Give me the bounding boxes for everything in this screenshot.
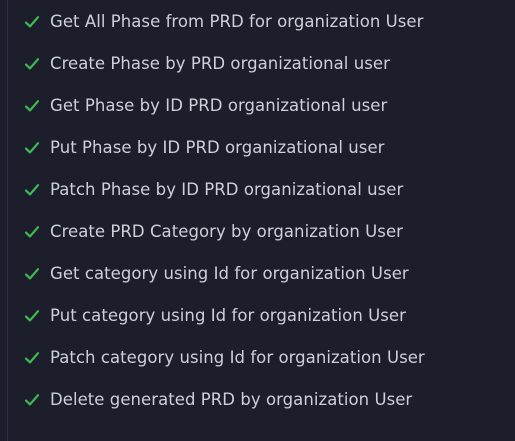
test-row[interactable]: Get All Phase from PRD for organization … (0, 1, 515, 43)
check-icon (23, 307, 41, 325)
test-row[interactable]: Patch Phase by ID PRD organizational use… (0, 169, 515, 211)
check-icon (23, 55, 41, 73)
test-name: Patch Phase by ID PRD organizational use… (50, 180, 404, 199)
test-row[interactable]: Put category using Id for organization U… (0, 295, 515, 337)
check-icon (23, 265, 41, 283)
test-name: Get Phase by ID PRD organizational user (50, 96, 388, 115)
test-name: Get category using Id for organization U… (50, 264, 409, 283)
test-row[interactable]: Create PRD Category by organization User (0, 211, 515, 253)
test-name: Create Phase by PRD organizational user (50, 54, 390, 73)
test-row[interactable]: Patch category using Id for organization… (0, 337, 515, 379)
check-icon (23, 97, 41, 115)
test-row[interactable]: Create Phase by PRD organizational user (0, 43, 515, 85)
test-row[interactable]: Put Phase by ID PRD organizational user (0, 127, 515, 169)
check-icon (23, 13, 41, 31)
check-icon (23, 181, 41, 199)
test-results-panel: Get All Phase from PRD for organization … (0, 0, 515, 441)
test-row[interactable]: Delete generated PRD by organization Use… (0, 379, 515, 421)
test-name: Put Phase by ID PRD organizational user (50, 138, 385, 157)
test-row[interactable]: Get category using Id for organization U… (0, 253, 515, 295)
check-icon (23, 223, 41, 241)
test-name: Put category using Id for organization U… (50, 306, 406, 325)
test-name: Patch category using Id for organization… (50, 348, 425, 367)
test-name: Delete generated PRD by organization Use… (50, 390, 413, 409)
test-name: Get All Phase from PRD for organization … (50, 12, 424, 31)
check-icon (23, 349, 41, 367)
check-icon (23, 139, 41, 157)
check-icon (23, 391, 41, 409)
test-row[interactable]: Get Phase by ID PRD organizational user (0, 85, 515, 127)
test-list: Get All Phase from PRD for organization … (0, 1, 515, 421)
test-name: Create PRD Category by organization User (50, 222, 403, 241)
